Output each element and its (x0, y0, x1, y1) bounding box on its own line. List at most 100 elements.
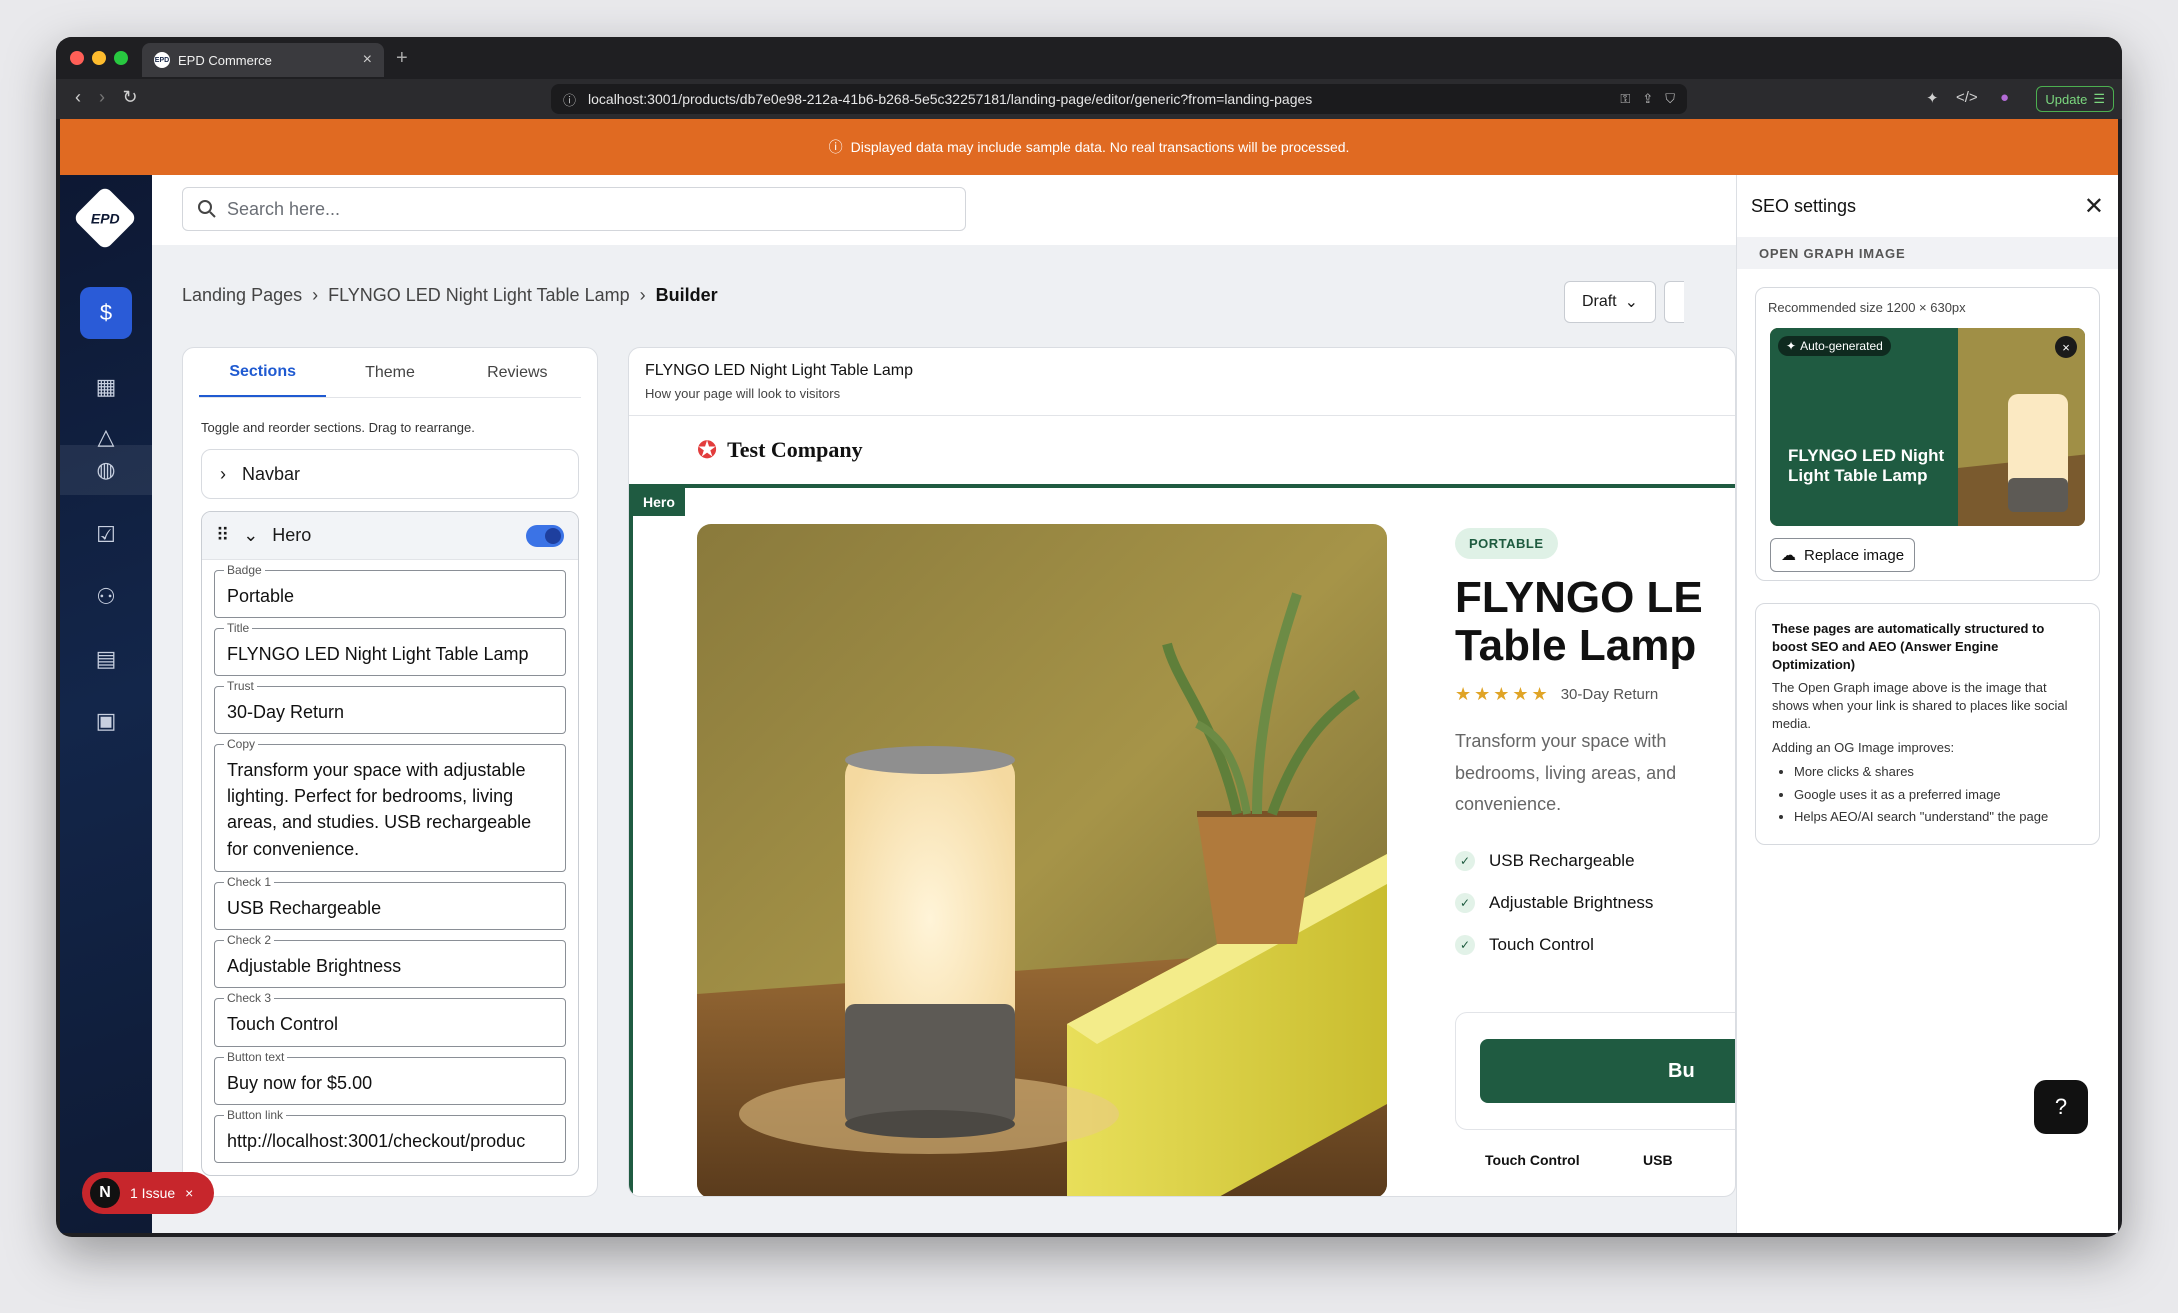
button-link-field[interactable]: Button link http://localhost:3001/checkou… (214, 1107, 566, 1163)
sidebar-item-customers[interactable]: ⚇ (80, 571, 132, 623)
list-item: ✓ Adjustable Brightness (1455, 882, 1653, 924)
site-info-icon[interactable]: ⓘ (563, 90, 576, 109)
minimize-window-button[interactable] (92, 51, 106, 65)
sidebar-item-pricing[interactable]: $ (80, 287, 132, 339)
tab-sections[interactable]: Sections (199, 348, 327, 397)
sidebar-item-payments[interactable]: ▣ (80, 695, 132, 747)
hero-copy-line3: convenience. (1455, 794, 1562, 814)
og-image-preview: FLYNGO LED Night Light Table Lamp ✦ Auto-… (1770, 328, 2085, 526)
field-value[interactable]: FLYNGO LED Night Light Table Lamp (214, 628, 566, 677)
close-tab-icon[interactable]: × (363, 51, 372, 69)
star-icons: ★★★★★ (1455, 684, 1551, 704)
check1-field[interactable]: Check 1 USB Rechargeable (214, 875, 566, 931)
replace-image-label: Replace image (1804, 546, 1905, 564)
field-value[interactable]: Adjustable Brightness (214, 940, 566, 989)
reload-icon[interactable]: ↻ (118, 87, 142, 108)
field-label: Copy (224, 737, 259, 752)
browser-tab[interactable]: EPD EPD Commerce × (142, 43, 384, 77)
back-icon[interactable]: ‹ (66, 87, 90, 108)
chevron-down-icon[interactable]: ⌄ (243, 525, 258, 546)
section-hero-header[interactable]: ⠿ ⌄ Hero (202, 512, 578, 560)
editor-tabs: Sections Theme Reviews (199, 348, 581, 398)
og-image-card: Recommended size 1200 × 630px FLYNGO LED… (1755, 287, 2100, 581)
code-icon[interactable]: </> (1956, 89, 1978, 106)
hero-tag: Hero (633, 488, 685, 516)
close-icon[interactable]: ✕ (2084, 192, 2104, 221)
breadcrumb-landing-pages[interactable]: Landing Pages (182, 285, 302, 306)
buy-box: Bu (1455, 1012, 1735, 1130)
trust-field[interactable]: Trust 30-Day Return (214, 679, 566, 735)
new-tab-button[interactable]: + (396, 47, 408, 70)
field-value[interactable]: Portable (214, 570, 566, 619)
section-navbar[interactable]: › Navbar (201, 449, 579, 499)
logo[interactable]: EPD (72, 185, 138, 251)
replace-image-button[interactable]: ☁ Replace image (1770, 538, 1916, 572)
status-dropdown[interactable]: Draft ⌄ (1564, 281, 1656, 323)
forward-icon[interactable]: › (90, 87, 114, 108)
drawer-header: SEO settings ✕ (1737, 175, 2118, 237)
field-value[interactable]: Touch Control (214, 998, 566, 1047)
close-icon[interactable]: × (185, 1185, 193, 1201)
share-icon[interactable]: ⇪ (1642, 91, 1653, 107)
breadcrumb: Landing Pages › FLYNGO LED Night Light T… (182, 285, 718, 306)
check-icon: ✓ (1455, 935, 1475, 955)
preview-navbar: ✪ Test Company (629, 416, 1735, 484)
breadcrumb-product[interactable]: FLYNGO LED Night Light Table Lamp (328, 285, 629, 306)
maximize-window-button[interactable] (114, 51, 128, 65)
address-bar[interactable]: ⓘ localhost:3001/products/db7e0e98-212a-… (551, 84, 1687, 114)
drag-handle-icon[interactable]: ⠿ (216, 525, 229, 546)
hero-title-line2: Table Lamp (1455, 620, 1697, 670)
og-section-heading: OPEN GRAPH IMAGE (1737, 237, 2118, 269)
remove-image-icon[interactable]: × (2055, 336, 2077, 358)
button-text-field[interactable]: Button text Buy now for $5.00 (214, 1049, 566, 1105)
tab-title: EPD Commerce (178, 52, 272, 68)
preview-subtitle: How your page will look to visitors (645, 386, 841, 401)
check3-field[interactable]: Check 3 Touch Control (214, 991, 566, 1047)
title-field[interactable]: Title FLYNGO LED Night Light Table Lamp (214, 621, 566, 677)
hero-visibility-toggle[interactable] (526, 524, 564, 547)
profile-icon[interactable]: ● (2000, 89, 2009, 106)
extensions-icon[interactable]: ✦ (1926, 89, 1939, 107)
tab-theme[interactable]: Theme (326, 348, 453, 397)
question-icon: ? (2054, 1094, 2068, 1119)
tab-reviews[interactable]: Reviews (454, 348, 581, 397)
preview-header: FLYNGO LED Night Light Table Lamp How yo… (629, 348, 1735, 416)
field-label: Button link (224, 1107, 287, 1122)
trust-text: 30-Day Return (1560, 686, 1659, 703)
field-value[interactable]: 30-Day Return (214, 686, 566, 735)
help-button[interactable]: ? (2034, 1080, 2088, 1134)
checklist-icon: ☑ (96, 522, 116, 547)
grid-icon: ▦ (95, 374, 117, 399)
chevron-right-icon: › (639, 285, 646, 305)
update-button[interactable]: Update ☰ (2036, 86, 2114, 112)
shield-icon[interactable]: ⛉ (1665, 91, 1675, 107)
sidebar-item-landing-pages[interactable]: ◍ (60, 445, 152, 495)
product-image (697, 524, 1387, 1196)
search-icon (198, 200, 216, 218)
field-value[interactable]: Buy now for $5.00 (214, 1056, 566, 1105)
field-value[interactable]: USB Rechargeable (214, 882, 566, 931)
buy-button[interactable]: Bu (1480, 1039, 1735, 1103)
close-window-button[interactable] (70, 51, 84, 65)
hero-copy-line1: Transform your space with (1455, 731, 1667, 751)
search-bar[interactable] (182, 187, 966, 231)
field-value[interactable]: http://localhost:3001/checkout/produc (214, 1114, 566, 1163)
copy-field[interactable]: Copy Transform your space with adjustable… (214, 737, 566, 873)
search-input[interactable] (227, 198, 951, 220)
auto-generated-label: Auto-generated (1800, 339, 1883, 353)
sidebar-item-dashboard[interactable]: ▦ (80, 361, 132, 413)
hero-section[interactable]: Hero PORTABLE FLYNGO LE Table Lamp ★★★★★… (629, 484, 1735, 1196)
browser-window: EPD EPD Commerce × + ‹ › ↻ ⓘ localhost:3… (56, 37, 2122, 1237)
chevron-right-icon[interactable]: › (220, 464, 226, 485)
field-value[interactable]: Transform your space with adjustable lig… (214, 744, 566, 873)
field-label: Badge (224, 563, 265, 577)
sidebar-item-pages[interactable]: ▤ (80, 633, 132, 685)
key-icon[interactable]: ⚿ (1620, 91, 1630, 107)
toolbar-button[interactable] (1664, 281, 1684, 323)
sidebar-item-orders[interactable]: ☑ (80, 509, 132, 561)
brand-logo-icon: ✪ (697, 436, 718, 464)
badge-field[interactable]: Badge Portable (214, 563, 566, 619)
check2-field[interactable]: Check 2 Adjustable Brightness (214, 933, 566, 989)
issues-badge[interactable]: N 1 Issue × (82, 1172, 214, 1214)
chevron-down-icon: ⌄ (1624, 294, 1639, 311)
